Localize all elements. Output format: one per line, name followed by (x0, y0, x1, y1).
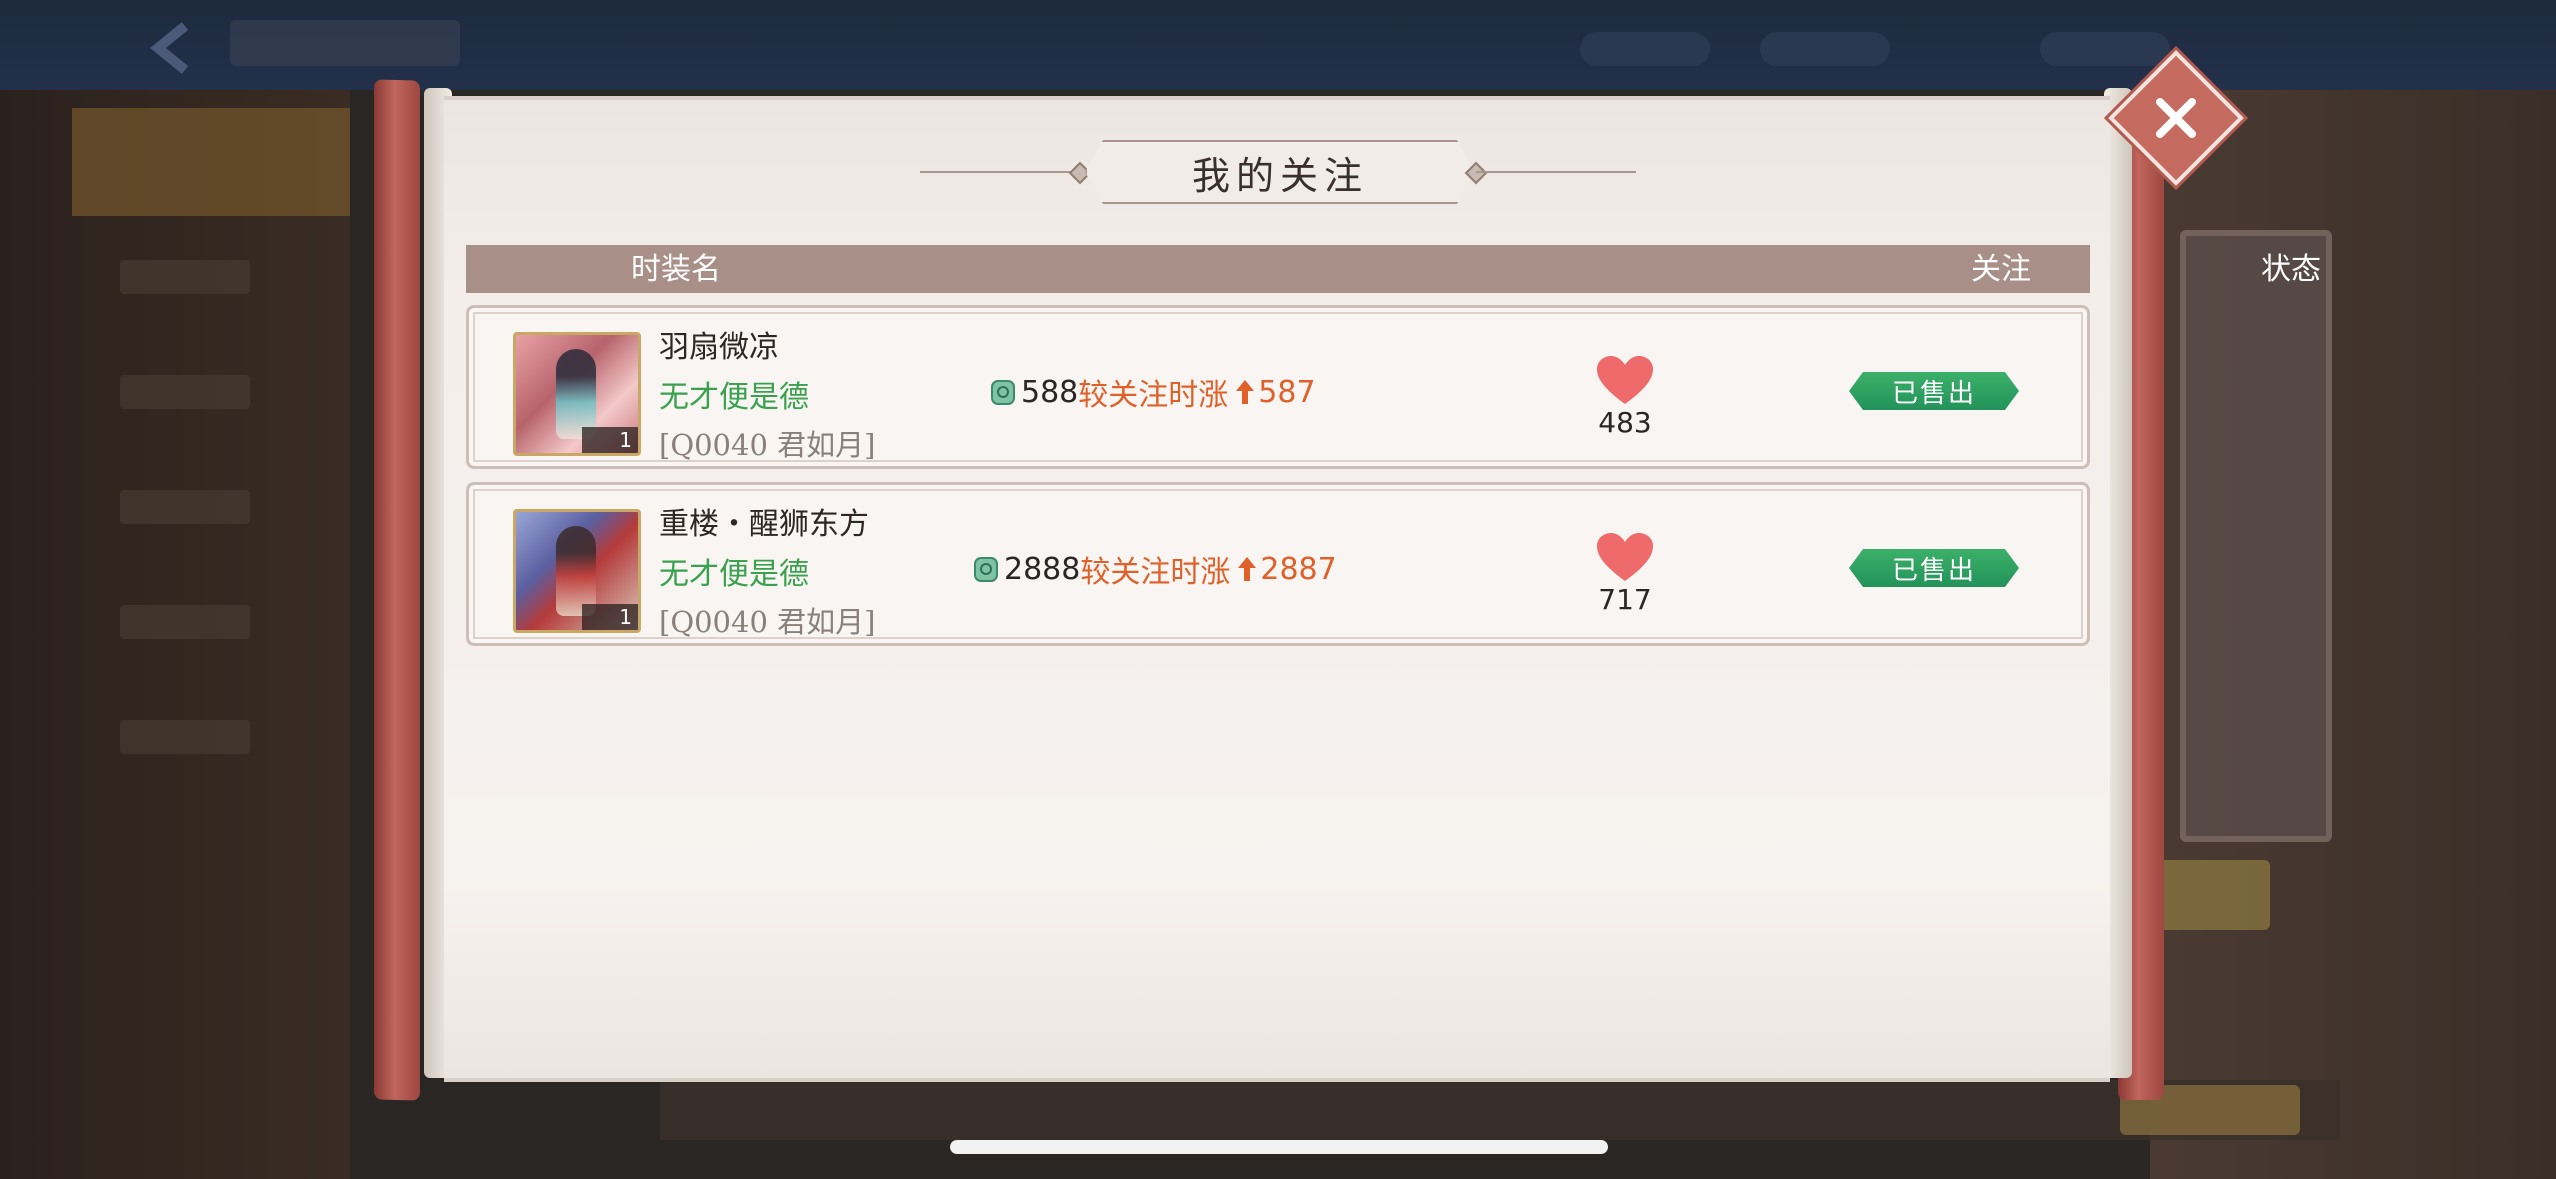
item-quantity: 1 (582, 604, 638, 630)
price-value: 588 (1021, 374, 1079, 410)
jade-icon (974, 557, 998, 582)
background-sidebar-item (120, 490, 250, 524)
background-resource-pill (1760, 32, 1890, 66)
item-thumbnail[interactable]: 1 (513, 509, 641, 633)
background-sidebar-item (120, 260, 250, 294)
price-cell: 2888 较关注时涨 2887 (972, 549, 1337, 590)
close-icon[interactable] (2128, 70, 2224, 166)
price-value: 2888 (1004, 551, 1081, 587)
seller-name: 无才便是德 (659, 557, 809, 592)
favorite-count: 483 (1598, 406, 1652, 439)
background-sidebar-item (120, 720, 250, 754)
seller-name: 无才便是德 (659, 380, 809, 415)
dialog-title: 我的关注 (1085, 140, 1475, 204)
table-row[interactable]: 1 重楼・醒狮东方 无才便是德 [Q0040 君如月] 2888 较关注时涨 2… (466, 482, 2090, 646)
home-indicator[interactable] (950, 1140, 1608, 1154)
server-name: [Q0040 君如月] (659, 605, 876, 639)
item-name: 羽扇微凉 (659, 330, 779, 365)
background-sidebar-item (120, 605, 250, 639)
dialog-title-banner: 我的关注 (900, 140, 1656, 204)
favorite-count: 717 (1598, 583, 1652, 616)
header-name: 时装名 (631, 252, 721, 287)
background-resource-pill (1580, 32, 1710, 66)
arrow-up-icon (1238, 557, 1257, 581)
item-name: 重楼・醒狮东方 (659, 507, 869, 542)
price-rise-value: 587 (1258, 374, 1316, 410)
status-badge: 已售出 (1849, 372, 2019, 410)
item-portrait (556, 349, 596, 439)
back-arrow-icon (140, 18, 210, 78)
background-character-card (2180, 230, 2332, 842)
price-rise-value: 2887 (1260, 551, 1337, 587)
heart-icon[interactable] (1595, 531, 1655, 583)
table-row[interactable]: 1 羽扇微凉 无才便是德 [Q0040 君如月] 588 较关注时涨 587 4… (466, 305, 2090, 469)
table-header: 时装名 价格 关注 状态 (466, 245, 2321, 346)
background-resource-pill (2040, 32, 2170, 66)
background-sidebar-item (120, 375, 250, 409)
scroll-rod-left (374, 79, 420, 1101)
item-quantity: 1 (582, 427, 638, 453)
header-status: 状态 (2261, 252, 2321, 287)
title-ornament-line (1476, 171, 1636, 173)
price-compare-label: 较关注时涨 (1080, 555, 1231, 590)
item-thumbnail[interactable]: 1 (513, 332, 641, 456)
title-ornament-line (920, 171, 1080, 173)
background-title (230, 20, 460, 66)
server-name: [Q0040 君如月] (659, 428, 876, 462)
status-badge: 已售出 (1849, 549, 2019, 587)
arrow-up-icon (1236, 380, 1255, 404)
header-favorite: 关注 (1971, 252, 2031, 287)
background-sidebar-selected (72, 108, 350, 216)
item-portrait (556, 526, 596, 616)
background-bottom-bar (660, 1080, 2340, 1140)
price-compare-label: 较关注时涨 (1078, 378, 1229, 413)
price-cell: 588 较关注时涨 587 (989, 372, 1316, 413)
heart-icon[interactable] (1595, 354, 1655, 406)
jade-icon (991, 380, 1015, 405)
